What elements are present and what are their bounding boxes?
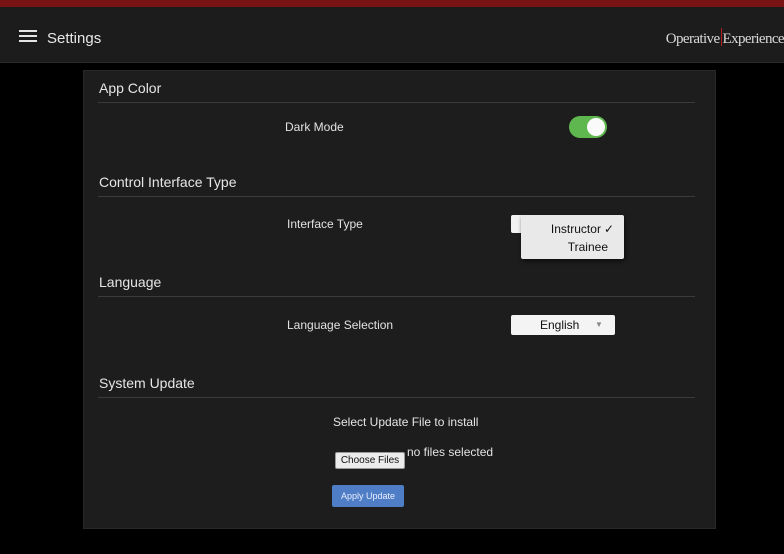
option-label: Trainee [567,240,608,254]
section-title-control-interface: Control Interface Type [99,174,237,190]
select-update-file-label: Select Update File to install [333,415,479,429]
divider [98,102,695,103]
brand-divider [720,28,722,46]
apply-update-button[interactable]: Apply Update [332,485,404,507]
dropdown-option-instructor[interactable]: Instructor ✓ [551,222,614,236]
divider [98,296,695,297]
option-label: Instructor [550,222,601,236]
brand-logo: Operative Experience [666,28,784,48]
brand-right: Experience [722,31,784,47]
language-select[interactable]: English ▼ [511,315,615,335]
hamburger-menu-icon[interactable] [19,30,37,43]
divider [98,397,695,398]
app-header: Settings Operative Experience [0,7,784,63]
language-selection-label: Language Selection [287,318,394,332]
section-title-system-update: System Update [99,375,195,391]
top-accent-bar [0,0,784,7]
no-files-selected-text: no files selected [407,445,494,459]
chevron-down-icon: ▼ [595,320,603,329]
choose-files-button[interactable]: Choose Files [335,452,405,469]
divider [98,196,695,197]
brand-left: Operative [665,31,720,47]
toggle-knob [587,118,605,136]
dark-mode-label: Dark Mode [285,120,344,134]
dark-mode-toggle[interactable] [569,116,607,138]
page-title: Settings [47,30,102,47]
interface-type-label: Interface Type [287,217,363,231]
interface-type-dropdown: Instructor ✓ Trainee [521,215,624,259]
check-icon: ✓ [603,222,614,236]
section-title-language: Language [99,274,162,290]
dropdown-option-trainee[interactable]: Trainee [568,240,608,254]
settings-panel: App Color Dark Mode Control Interface Ty… [83,70,716,529]
section-title-app-color: App Color [99,80,162,96]
language-select-value: English [540,318,580,332]
